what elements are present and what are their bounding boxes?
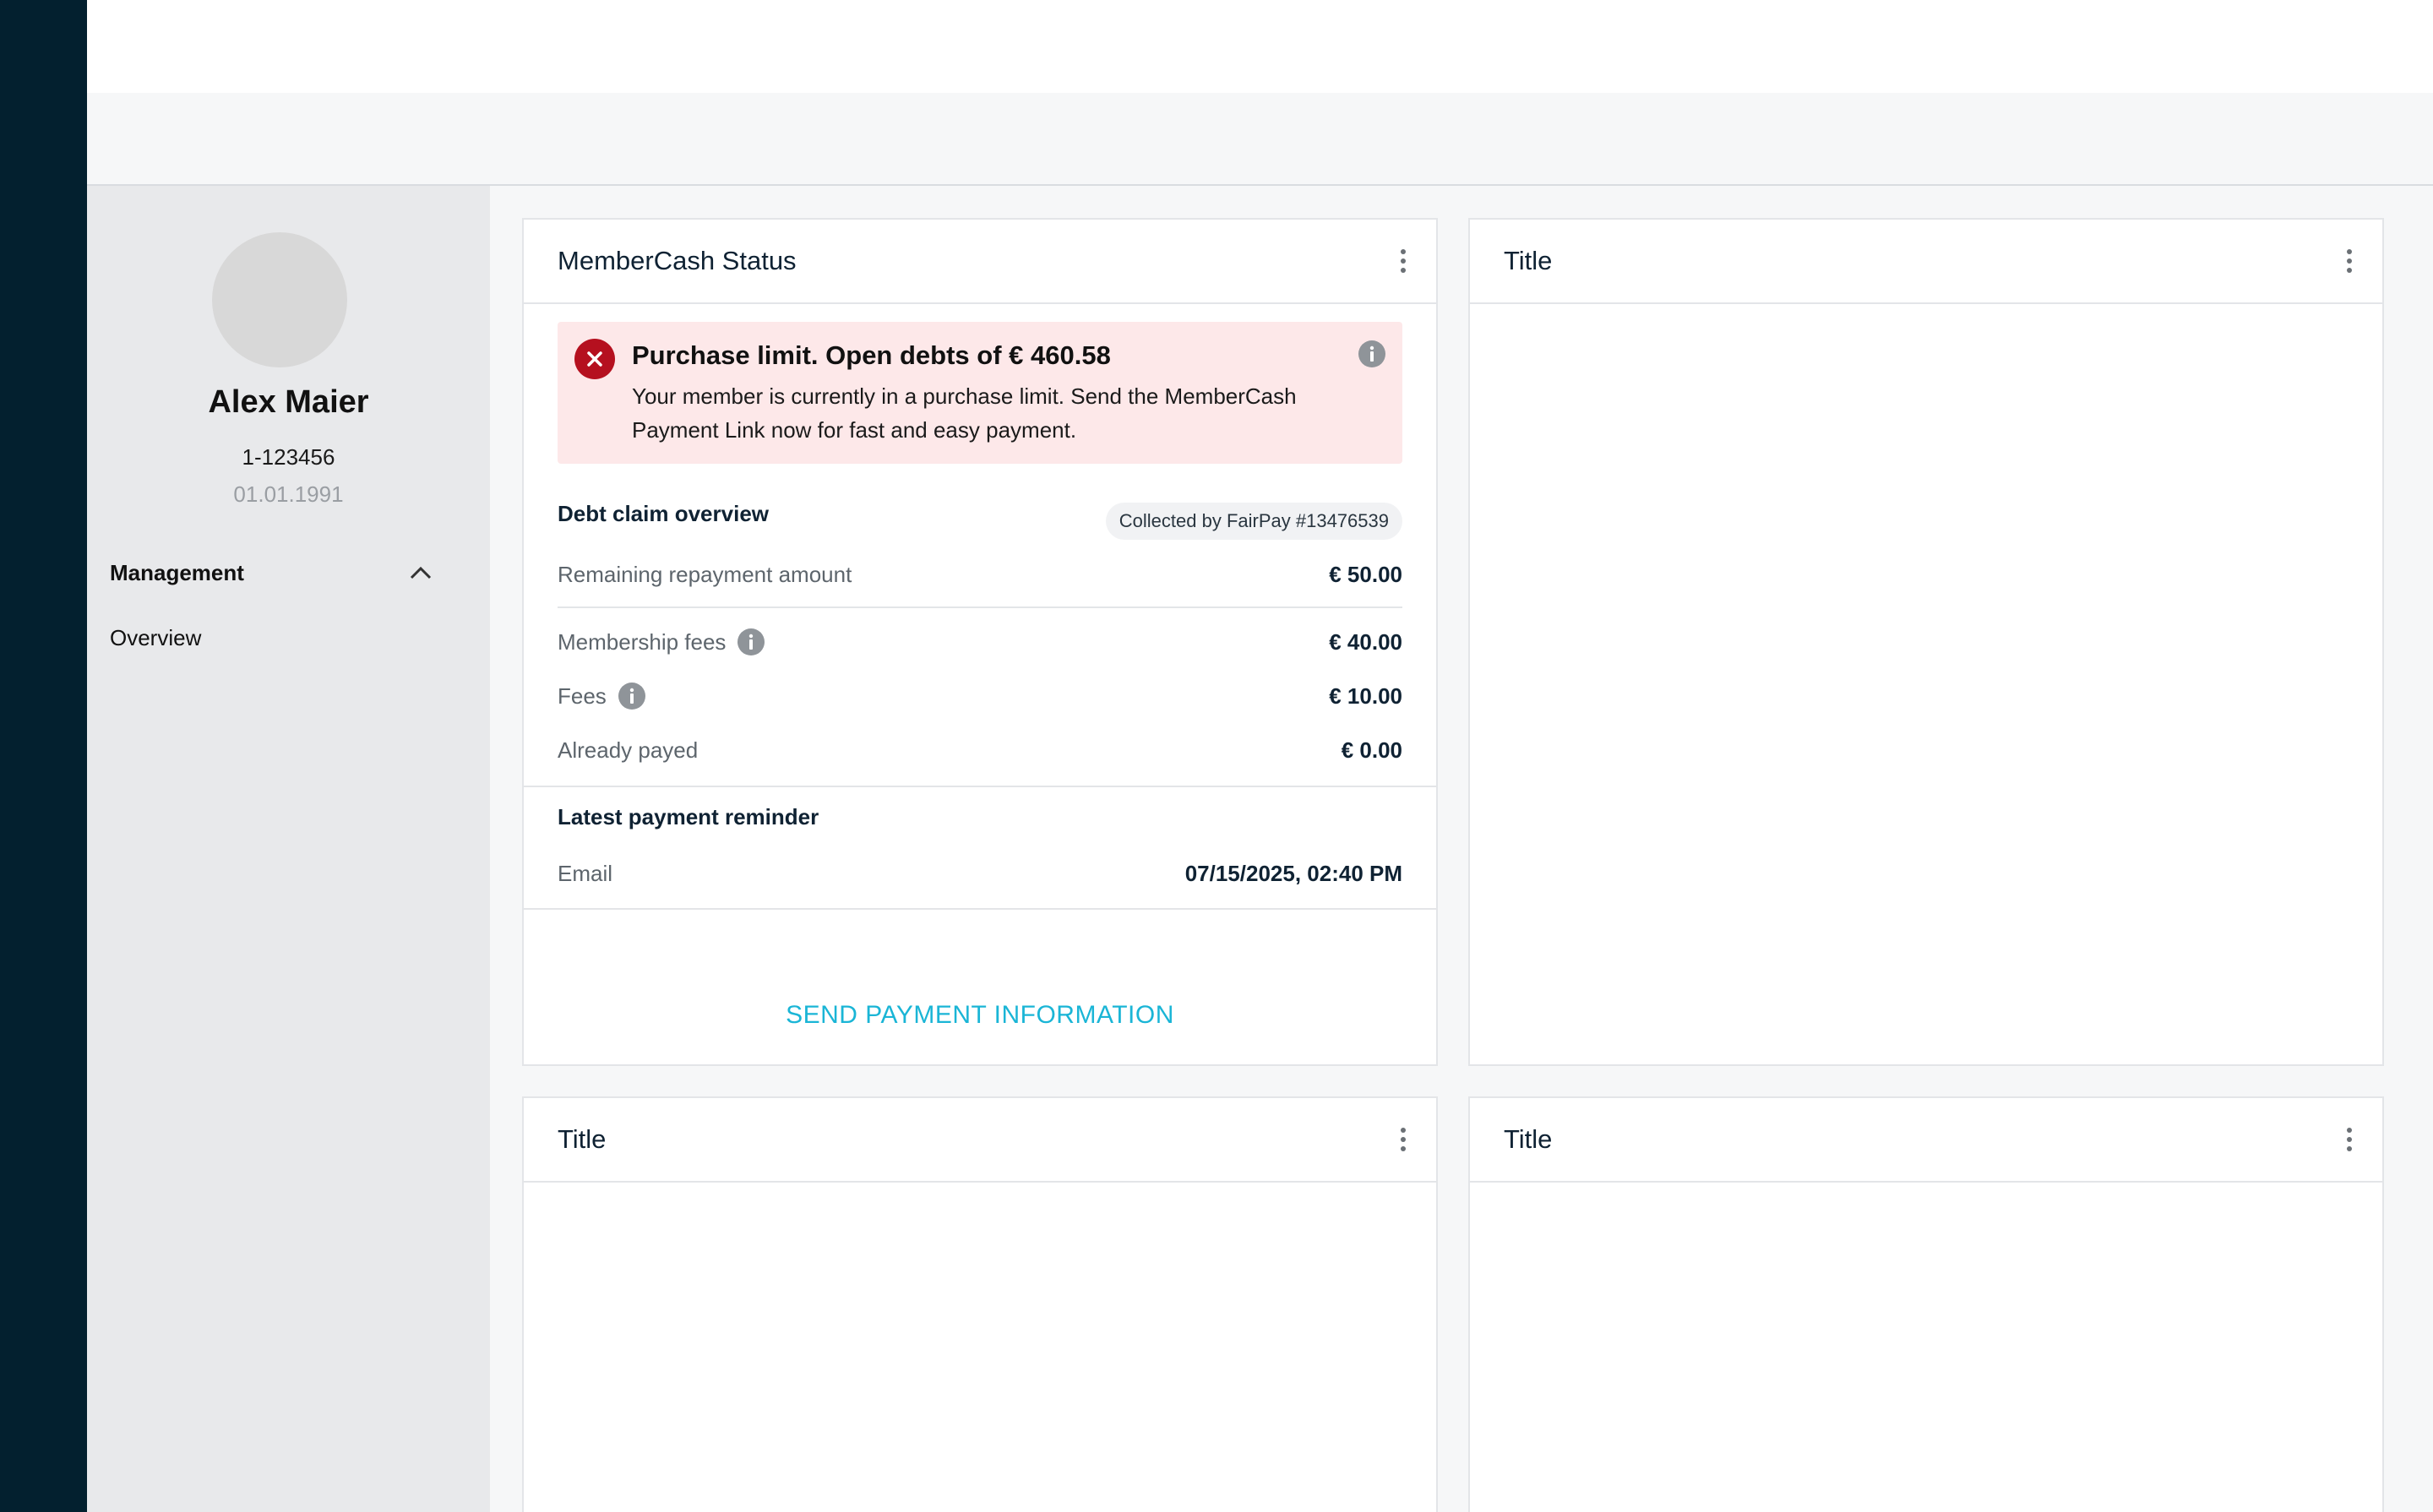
member-id: 1-123456	[242, 444, 335, 470]
card-title: MemberCash Status	[558, 246, 797, 275]
card-header: Title	[1470, 1098, 2382, 1183]
row-value: 07/15/2025, 02:40 PM	[1184, 860, 1402, 886]
row-label: Already payed	[558, 737, 699, 763]
more-vertical-icon[interactable]	[1391, 1123, 1416, 1156]
avatar[interactable]	[212, 232, 347, 367]
debt-row-fees: Fees € 10.00	[558, 677, 1402, 715]
debt-row-remaining: Remaining repayment amount € 50.00	[558, 556, 1402, 593]
info-icon[interactable]	[738, 628, 765, 655]
row-label: Membership fees	[558, 628, 727, 655]
row-label-group: Fees	[558, 683, 645, 710]
row-label-group: Membership fees	[558, 628, 765, 655]
card-header: Title	[524, 1098, 1436, 1183]
debt-overview-title: Debt claim overview	[558, 501, 769, 526]
more-vertical-icon[interactable]	[2337, 1123, 2362, 1156]
row-label: Email	[558, 860, 613, 886]
reminder-row-email: Email 07/15/2025, 02:40 PM	[558, 855, 1402, 892]
card-header: MemberCash Status	[524, 220, 1436, 304]
row-value: € 10.00	[1329, 683, 1402, 709]
card-header: Title	[1470, 220, 2382, 304]
sidebar-item-overview[interactable]: Overview	[110, 625, 201, 651]
member-birthdate: 01.01.1991	[233, 481, 344, 507]
purchase-limit-alert: Purchase limit. Open debts of € 460.58 Y…	[558, 322, 1402, 464]
info-icon[interactable]	[618, 683, 645, 710]
divider	[524, 786, 1436, 787]
alert-title: Purchase limit. Open debts of € 460.58	[632, 340, 1111, 370]
alert-message: Your member is currently in a purchase l…	[632, 383, 1297, 443]
placeholder-card: Title	[522, 1096, 1438, 1512]
placeholder-card: Title	[1468, 218, 2384, 1066]
placeholder-card: Title	[1468, 1096, 2384, 1512]
more-vertical-icon[interactable]	[1391, 244, 1416, 278]
send-payment-information-button[interactable]: SEND PAYMENT INFORMATION	[524, 1001, 1436, 1030]
management-section-label: Management	[110, 559, 244, 585]
membercash-status-card: MemberCash Status Purchase limit. Open d…	[522, 218, 1438, 1066]
row-value: € 0.00	[1341, 737, 1402, 763]
row-label: Remaining repayment amount	[558, 561, 852, 587]
row-value: € 50.00	[1329, 561, 1402, 587]
collector-badge: Collected by FairPay #13476539	[1105, 503, 1402, 540]
sub-header	[87, 93, 2433, 186]
card-title: Title	[1504, 1124, 1553, 1154]
row-value: € 40.00	[1329, 628, 1402, 655]
card-title: Title	[558, 1124, 607, 1154]
debt-row-membership-fees: Membership fees € 40.00	[558, 623, 1402, 661]
payment-reminder-title: Latest payment reminder	[558, 804, 819, 829]
divider	[524, 908, 1436, 910]
close-icon	[574, 339, 615, 379]
debt-row-already-payed: Already payed € 0.00	[558, 732, 1402, 769]
chevron-up-icon[interactable]	[406, 558, 435, 587]
member-name: Alex Maier	[208, 384, 369, 420]
divider	[558, 606, 1402, 608]
top-bar	[87, 0, 2433, 93]
member-sidebar: Alex Maier 1-123456 01.01.1991 Managemen…	[87, 186, 490, 1512]
card-title: Title	[1504, 246, 1553, 275]
more-vertical-icon[interactable]	[2337, 244, 2362, 278]
app-rail	[0, 0, 87, 1512]
info-icon[interactable]	[1358, 340, 1385, 372]
management-section-toggle[interactable]: Management	[110, 556, 465, 590]
row-label: Fees	[558, 683, 607, 709]
